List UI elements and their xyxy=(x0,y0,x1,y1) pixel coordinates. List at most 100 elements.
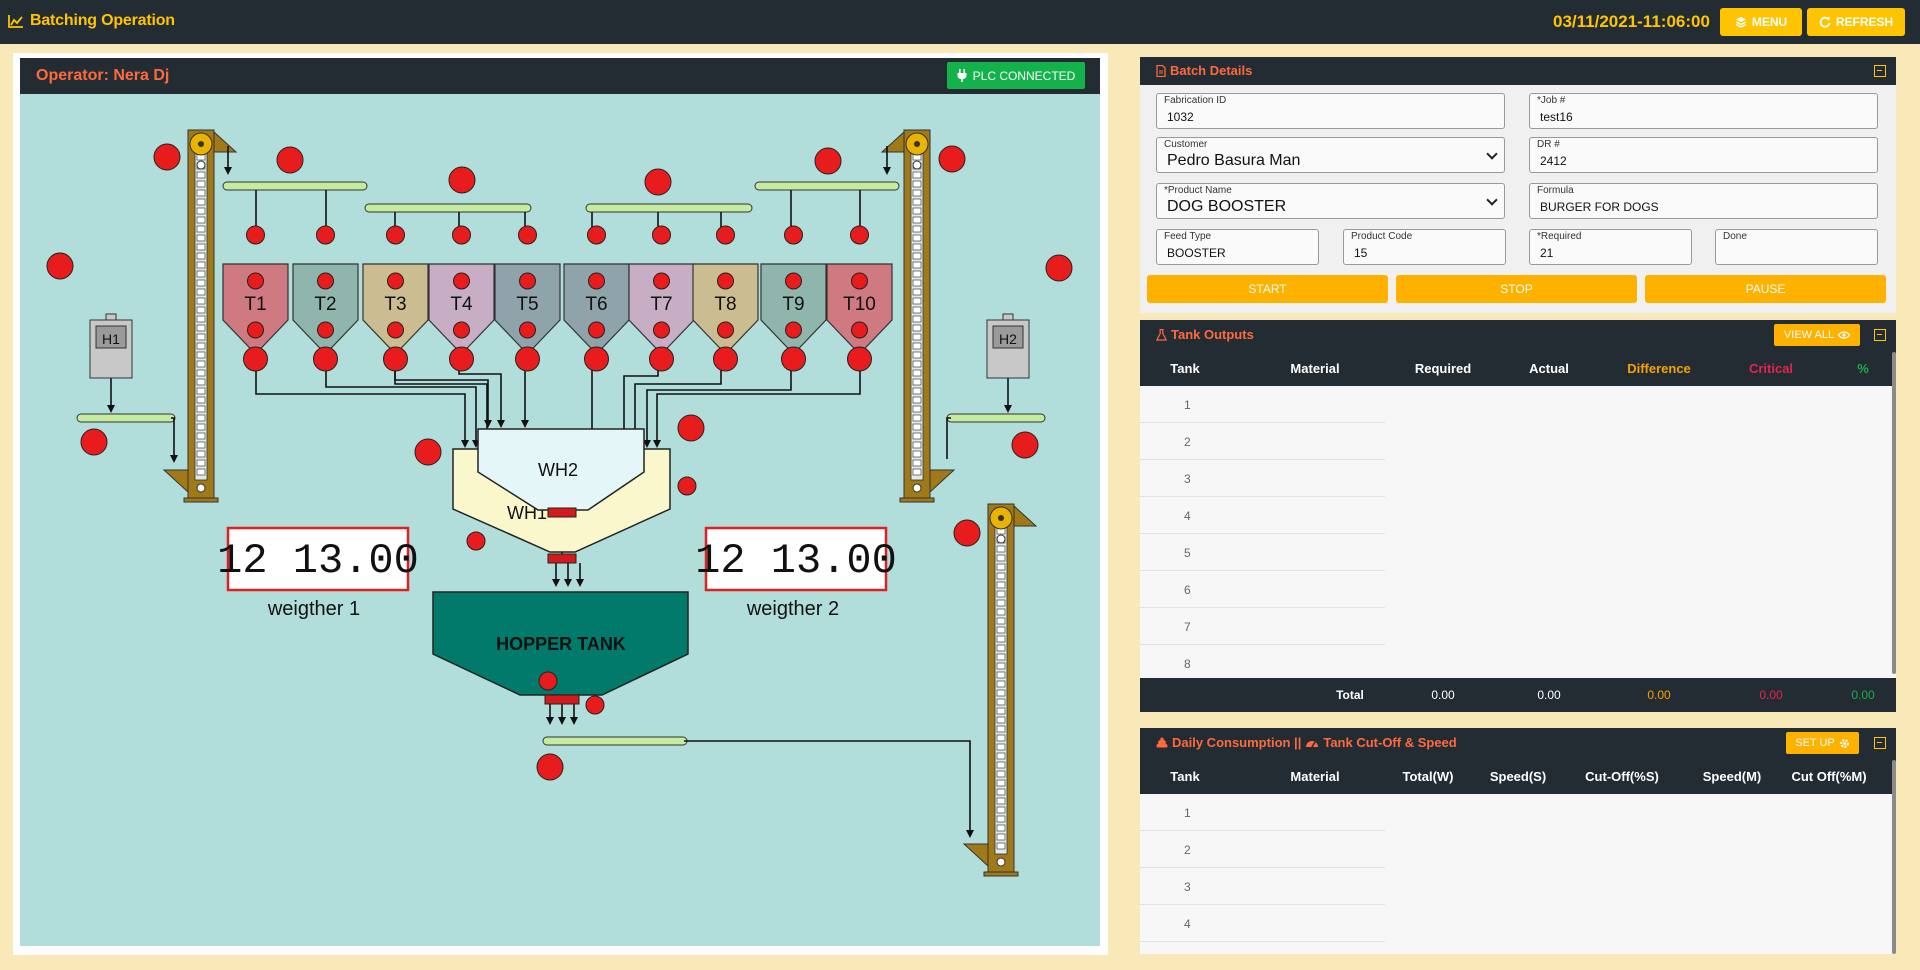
tank-top-indicator xyxy=(717,272,734,290)
hopper-tank-label: HOPPER TANK xyxy=(496,634,626,654)
fabrication-id-label: Fabrication ID xyxy=(1164,95,1227,106)
table-row[interactable]: 3 xyxy=(1140,460,1385,497)
tank-number: 4 xyxy=(1184,917,1191,931)
table-row[interactable]: 1 xyxy=(1140,386,1385,423)
status-indicator xyxy=(953,519,981,547)
tank-number: 5 xyxy=(1184,546,1191,560)
daily-consumption-column-header[interactable]: Speed(S) xyxy=(1490,769,1546,784)
tank-level-indicator xyxy=(785,321,802,339)
tank-level-indicator xyxy=(453,321,470,339)
tank-label: T2 xyxy=(314,294,336,315)
batch-details-title-text: Batch Details xyxy=(1170,63,1253,78)
table-row[interactable]: 1 xyxy=(1140,794,1385,831)
tank-outputs-collapse-icon[interactable] xyxy=(1874,329,1886,341)
plant-diagram: T1 T2 T3 T4 T5 T6 T7 T8 T9 T10 WH1 WH2 12 13.00 w… xyxy=(20,94,1100,946)
setup-button[interactable]: SET UP xyxy=(1786,732,1859,754)
done-field[interactable]: Done xyxy=(1715,229,1878,265)
conveyor-bar xyxy=(754,181,900,191)
formula-field[interactable]: Formula BURGER FOR DOGS xyxy=(1529,183,1878,219)
status-indicator xyxy=(585,695,605,715)
tank-outputs-column-header[interactable]: % xyxy=(1857,361,1869,376)
tank-outputs-scrollbar[interactable] xyxy=(1892,352,1896,674)
bucket-elevator-3 xyxy=(962,503,1038,877)
flow-line xyxy=(643,366,792,448)
tank-number: 1 xyxy=(1184,398,1191,412)
tank-outputs-column-header[interactable]: Actual xyxy=(1529,361,1569,376)
customer-label: Customer xyxy=(1164,139,1208,150)
tank-outputs-column-header[interactable]: Critical xyxy=(1749,361,1793,376)
status-indicator xyxy=(677,414,705,442)
tank-number: 8 xyxy=(1184,657,1191,671)
h1-label: H1 xyxy=(102,331,120,347)
table-row[interactable]: 7 xyxy=(1140,608,1385,645)
weigher-2: 12 13.00 weigther 2 xyxy=(695,526,897,620)
start-button[interactable]: START xyxy=(1147,275,1388,303)
job-value: test16 xyxy=(1540,110,1573,124)
tank-outlet-indicator xyxy=(383,346,408,372)
tank-input-indicator xyxy=(784,225,803,245)
daily-consumption-table-body: 1 2 3 4 xyxy=(1140,794,1896,954)
table-row[interactable]: 2 xyxy=(1140,831,1385,868)
stop-button[interactable]: STOP xyxy=(1396,275,1637,303)
required-field[interactable]: *Required 21 xyxy=(1529,229,1692,265)
daily-consumption-column-header[interactable]: Cut-Off(%S) xyxy=(1585,769,1659,784)
table-row[interactable]: 3 xyxy=(1140,868,1385,905)
tank-outlet-indicator xyxy=(781,346,806,372)
table-row[interactable]: 4 xyxy=(1140,905,1385,942)
top-bar: Batching Operation 03/11/2021-11:06:00 M… xyxy=(0,0,1920,44)
weigher-1-label: weigther 1 xyxy=(267,598,360,620)
daily-consumption-collapse-icon[interactable] xyxy=(1874,737,1886,749)
tank-label: T6 xyxy=(585,294,607,315)
status-indicator xyxy=(814,147,842,175)
product-code-field[interactable]: Product Code 15 xyxy=(1343,229,1506,265)
batch-details-collapse-icon[interactable] xyxy=(1874,65,1886,77)
daily-consumption-column-header[interactable]: Material xyxy=(1290,769,1339,784)
table-row[interactable]: 8 xyxy=(1140,645,1385,678)
total-percent: 0.00 xyxy=(1851,688,1875,702)
chevron-down-icon xyxy=(1486,148,1498,160)
datetime-display: 03/11/2021-11:06:00 xyxy=(1553,12,1710,31)
plc-status-button[interactable]: PLC CONNECTED xyxy=(947,62,1085,89)
daily-consumption-column-header[interactable]: Cut Off(%M) xyxy=(1791,769,1866,784)
done-label: Done xyxy=(1723,231,1747,242)
table-row[interactable]: 6 xyxy=(1140,571,1385,608)
tank-top-indicator xyxy=(653,272,670,290)
daily-consumption-title-text: Daily Consumption || xyxy=(1172,735,1302,750)
tank-label: T4 xyxy=(450,294,473,315)
refresh-button[interactable]: REFRESH xyxy=(1807,8,1905,36)
view-all-button[interactable]: VIEW ALL xyxy=(1774,324,1860,346)
tank-outputs-column-header[interactable]: Material xyxy=(1290,361,1339,376)
total-difference: 0.00 xyxy=(1647,688,1671,702)
tank-outputs-column-header[interactable]: Difference xyxy=(1627,361,1691,376)
status-indicator xyxy=(644,168,672,196)
tank-level-indicator xyxy=(247,321,264,339)
daily-consumption-column-header[interactable]: Tank xyxy=(1170,769,1199,784)
tank-outputs-column-header[interactable]: Required xyxy=(1415,361,1471,376)
fabrication-id-field[interactable]: Fabrication ID 1032 xyxy=(1156,93,1505,129)
weigher-2-label: weigther 2 xyxy=(746,598,839,620)
table-row[interactable]: 5 xyxy=(1140,534,1385,571)
tank-level-indicator xyxy=(717,321,734,339)
plug-icon xyxy=(957,69,967,82)
product-name-select[interactable]: *Product Name DOG BOOSTER xyxy=(1156,183,1505,219)
eye-icon xyxy=(1838,331,1851,339)
daily-consumption-column-header[interactable]: Speed(M) xyxy=(1703,769,1762,784)
app-title: Batching Operation xyxy=(8,12,175,30)
customer-select[interactable]: Customer Pedro Basura Man xyxy=(1156,137,1505,173)
daily-consumption-column-header[interactable]: Total(W) xyxy=(1402,769,1453,784)
status-indicator xyxy=(448,166,476,194)
plc-status-label: PLC CONNECTED xyxy=(972,68,1076,83)
daily-consumption-scrollbar[interactable] xyxy=(1892,760,1896,954)
table-row[interactable]: 2 xyxy=(1140,423,1385,460)
tank-outputs-column-header[interactable]: Tank xyxy=(1170,361,1199,376)
pause-button[interactable]: PAUSE xyxy=(1645,275,1886,303)
flow-line xyxy=(170,417,178,463)
table-row[interactable]: 4 xyxy=(1140,497,1385,534)
menu-button[interactable]: MENU xyxy=(1720,8,1802,36)
job-field[interactable]: *Job # test16 xyxy=(1529,93,1878,129)
tank-number: 1 xyxy=(1184,806,1191,820)
required-label: *Required xyxy=(1537,231,1582,242)
dr-field[interactable]: DR # 2412 xyxy=(1529,137,1878,173)
tank-level-indicator xyxy=(851,321,868,339)
feed-type-field[interactable]: Feed Type BOOSTER xyxy=(1156,229,1319,265)
